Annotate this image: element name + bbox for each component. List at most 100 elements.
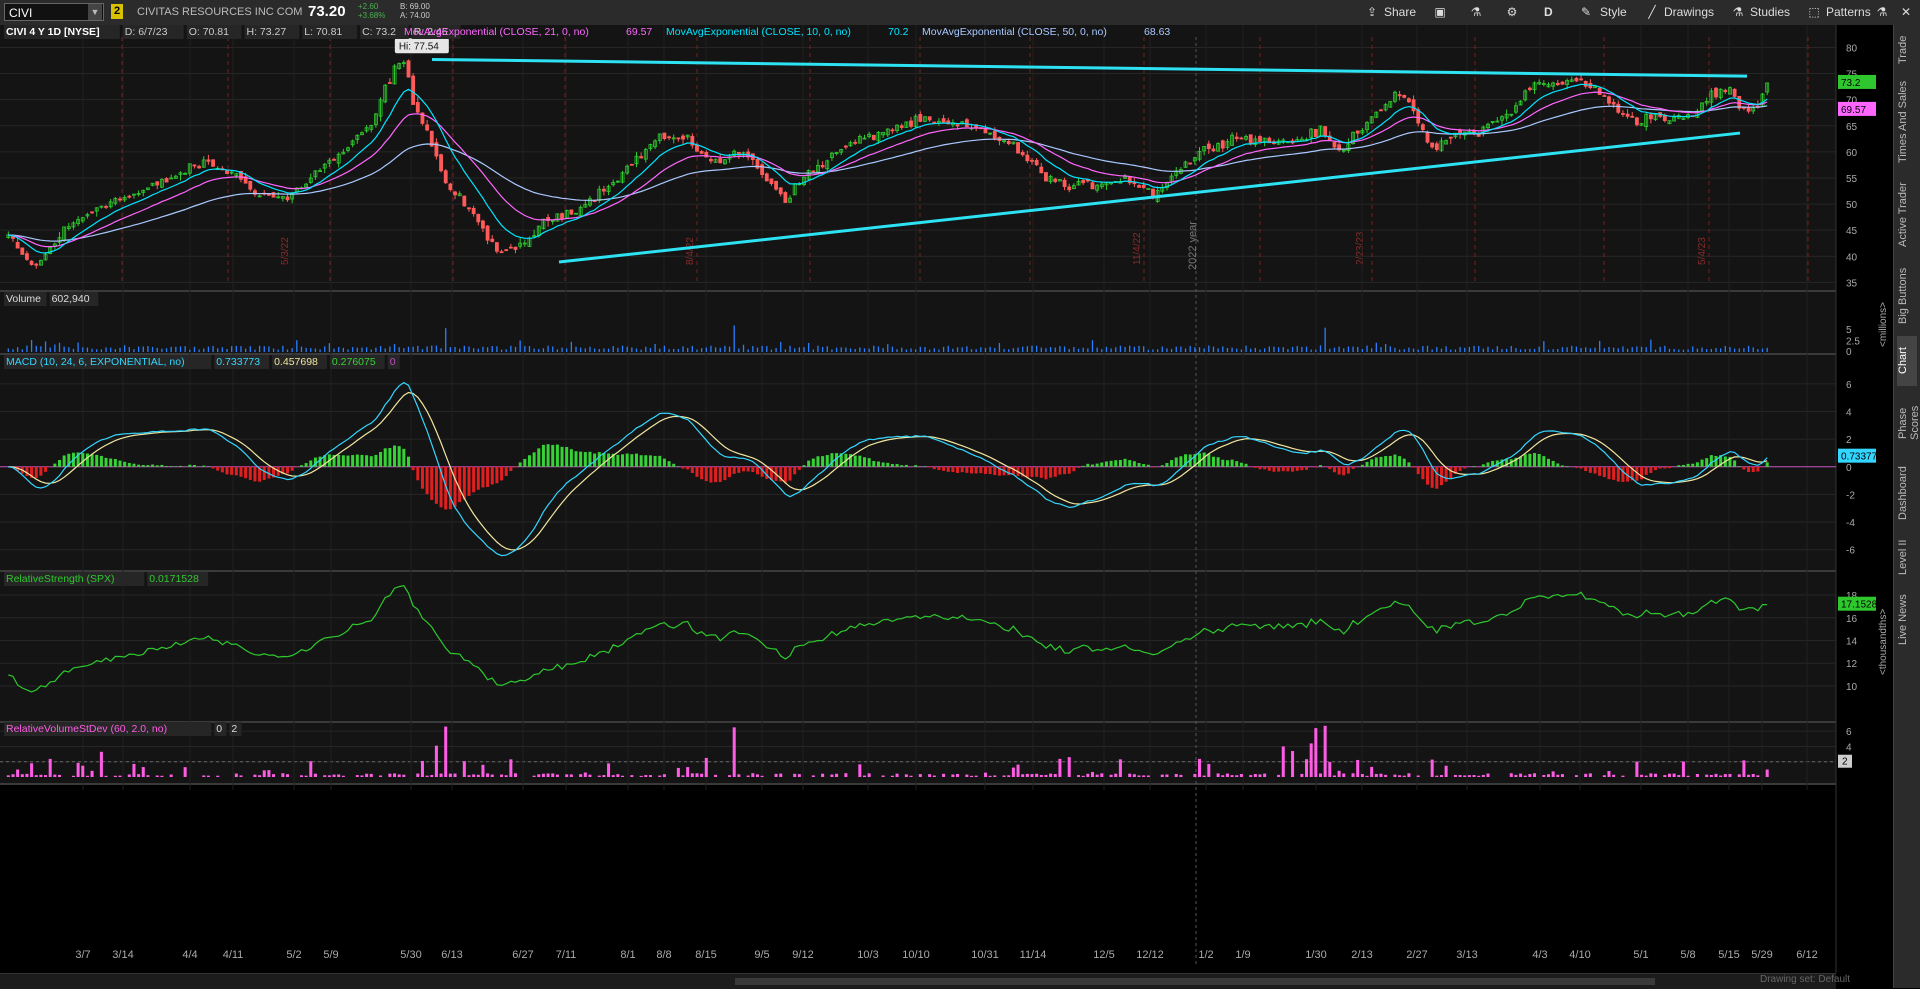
time-tick-label: 9/12 — [792, 949, 813, 961]
period-button[interactable]: D — [1544, 3, 1553, 21]
macd-header-text: 0 — [390, 356, 396, 368]
candle-body — [1714, 87, 1718, 98]
link-badge[interactable]: 2 — [111, 4, 123, 19]
candle-body — [508, 246, 513, 249]
flask-icon[interactable]: ⚗ — [1468, 4, 1484, 20]
time-tick-label: 4/10 — [1569, 949, 1590, 961]
time-tick-label: 3/14 — [112, 949, 133, 961]
time-tick-label: 2/13 — [1351, 949, 1372, 961]
candle-body — [992, 130, 997, 139]
candle-body — [1062, 179, 1067, 187]
candle-body — [1611, 101, 1616, 105]
sidebar-tab-phase-scores[interactable]: Phase Scores — [1897, 390, 1920, 456]
gear-icon[interactable]: ⚙ — [1504, 4, 1520, 20]
candle-body — [1648, 114, 1653, 120]
sidebar-tab-dashboard[interactable]: Dashboard — [1897, 460, 1917, 526]
time-tick-label: 6/27 — [512, 949, 533, 961]
scrollbar-thumb[interactable] — [735, 978, 1655, 985]
time-tick-label: 10/3 — [857, 949, 878, 961]
drawings-button[interactable]: Drawings — [1664, 3, 1714, 21]
camera-icon[interactable]: ▣ — [1432, 4, 1448, 20]
candle-body — [983, 128, 988, 134]
drawings-icon[interactable]: ╱ — [1644, 4, 1660, 20]
macd-tick-label: 6 — [1846, 380, 1852, 391]
time-tick-label: 6/13 — [441, 949, 462, 961]
horizontal-scrollbar[interactable] — [0, 973, 1836, 989]
macd-tick-label: 0 — [1846, 463, 1852, 474]
time-tick-label: 5/30 — [400, 949, 421, 961]
sidebar-tab-active-trader[interactable]: Active Trader — [1897, 174, 1917, 256]
studies-icon[interactable]: ⚗ — [1730, 4, 1746, 20]
candle-body — [699, 151, 704, 154]
candle-body — [104, 206, 108, 208]
studies-button[interactable]: Studies — [1750, 3, 1790, 21]
time-tick-label: 7/11 — [556, 949, 577, 961]
candle-body — [1220, 140, 1225, 149]
patterns-icon[interactable]: ⬚ — [1806, 4, 1822, 20]
price-tick-label: 40 — [1846, 252, 1858, 263]
share-icon[interactable]: ⇪ — [1364, 4, 1380, 20]
sidebar-tab-level-ii[interactable]: Level II — [1897, 530, 1917, 585]
candle-body — [1555, 82, 1560, 86]
chart-area[interactable]: 354045505560657075802.550-6-4-2024610121… — [0, 25, 1894, 973]
sidebar-tab-live-news[interactable]: Live News — [1897, 589, 1917, 651]
candle-body — [909, 120, 913, 127]
candle-body — [206, 159, 211, 162]
candle-body — [1355, 130, 1360, 134]
candle-body — [1425, 132, 1430, 143]
time-tick-label: 2/27 — [1406, 949, 1427, 961]
candle-body — [1034, 159, 1039, 166]
time-tick-label: 6/12 — [1796, 949, 1817, 961]
candle-body — [266, 193, 271, 196]
candle-body — [15, 242, 20, 249]
candle-body — [29, 260, 34, 265]
sidebar-tab-times-and-sales[interactable]: Times And Sales — [1897, 74, 1917, 170]
candle-body — [569, 209, 574, 215]
volume-tick-label: 5 — [1846, 325, 1852, 336]
sidebar-tab-big-buttons[interactable]: Big Buttons — [1897, 260, 1917, 332]
candle-body — [955, 124, 960, 127]
candle-body — [197, 166, 202, 169]
candle-body — [1006, 140, 1011, 144]
candle-body — [1411, 99, 1416, 112]
price-header-text: CIVI 4 Y 1D [NYSE] — [6, 26, 100, 38]
candle-body — [560, 213, 564, 219]
sidebar-tab-chart[interactable]: Chart — [1897, 336, 1917, 386]
candle-body — [1607, 96, 1611, 104]
time-tick-label: 8/8 — [656, 949, 671, 961]
close-icon[interactable]: ✕ — [1898, 4, 1914, 20]
time-tick-label: 3/13 — [1456, 949, 1477, 961]
rs-header-text: RelativeStrength (SPX) — [6, 573, 115, 585]
candle-body — [811, 170, 816, 173]
time-tick-label: 4/4 — [182, 949, 197, 961]
earnings-marker-label: 11/4/22 — [1132, 232, 1143, 265]
candle-body — [941, 118, 946, 123]
candle-body — [225, 170, 229, 174]
candle-body — [1137, 185, 1141, 188]
time-tick-label: 8/1 — [620, 949, 635, 961]
patterns-button[interactable]: Patterns — [1826, 3, 1871, 21]
candle-body — [513, 246, 518, 250]
candle-body — [211, 159, 215, 167]
year-marker-label: 2022 year — [1187, 221, 1199, 270]
candle-body — [1420, 124, 1425, 130]
candle-body — [1434, 143, 1439, 150]
candle-body — [1053, 178, 1058, 182]
time-tick-label: 10/31 — [971, 949, 999, 961]
candle-body — [890, 129, 895, 132]
symbol-dropdown-icon[interactable]: ▼ — [88, 4, 102, 20]
style-button[interactable]: Style — [1600, 3, 1627, 21]
candle-body — [681, 135, 685, 140]
time-tick-label: 1/9 — [1235, 949, 1250, 961]
sidebar-tab-trade[interactable]: Trade — [1897, 30, 1917, 70]
price-tick-label: 60 — [1846, 148, 1858, 159]
share-button[interactable]: Share — [1384, 3, 1416, 21]
style-icon[interactable]: ✎ — [1578, 4, 1594, 20]
candle-body — [918, 113, 923, 122]
volume-header-text: 602,940 — [52, 293, 90, 305]
flask-icon[interactable]: ⚗ — [1874, 4, 1890, 20]
candle-body — [1406, 98, 1411, 103]
status-drawing-set: Drawing set: Default — [1760, 974, 1851, 985]
rvs-tick-label: 6 — [1846, 727, 1852, 738]
rs-tick-label: 10 — [1846, 682, 1858, 693]
